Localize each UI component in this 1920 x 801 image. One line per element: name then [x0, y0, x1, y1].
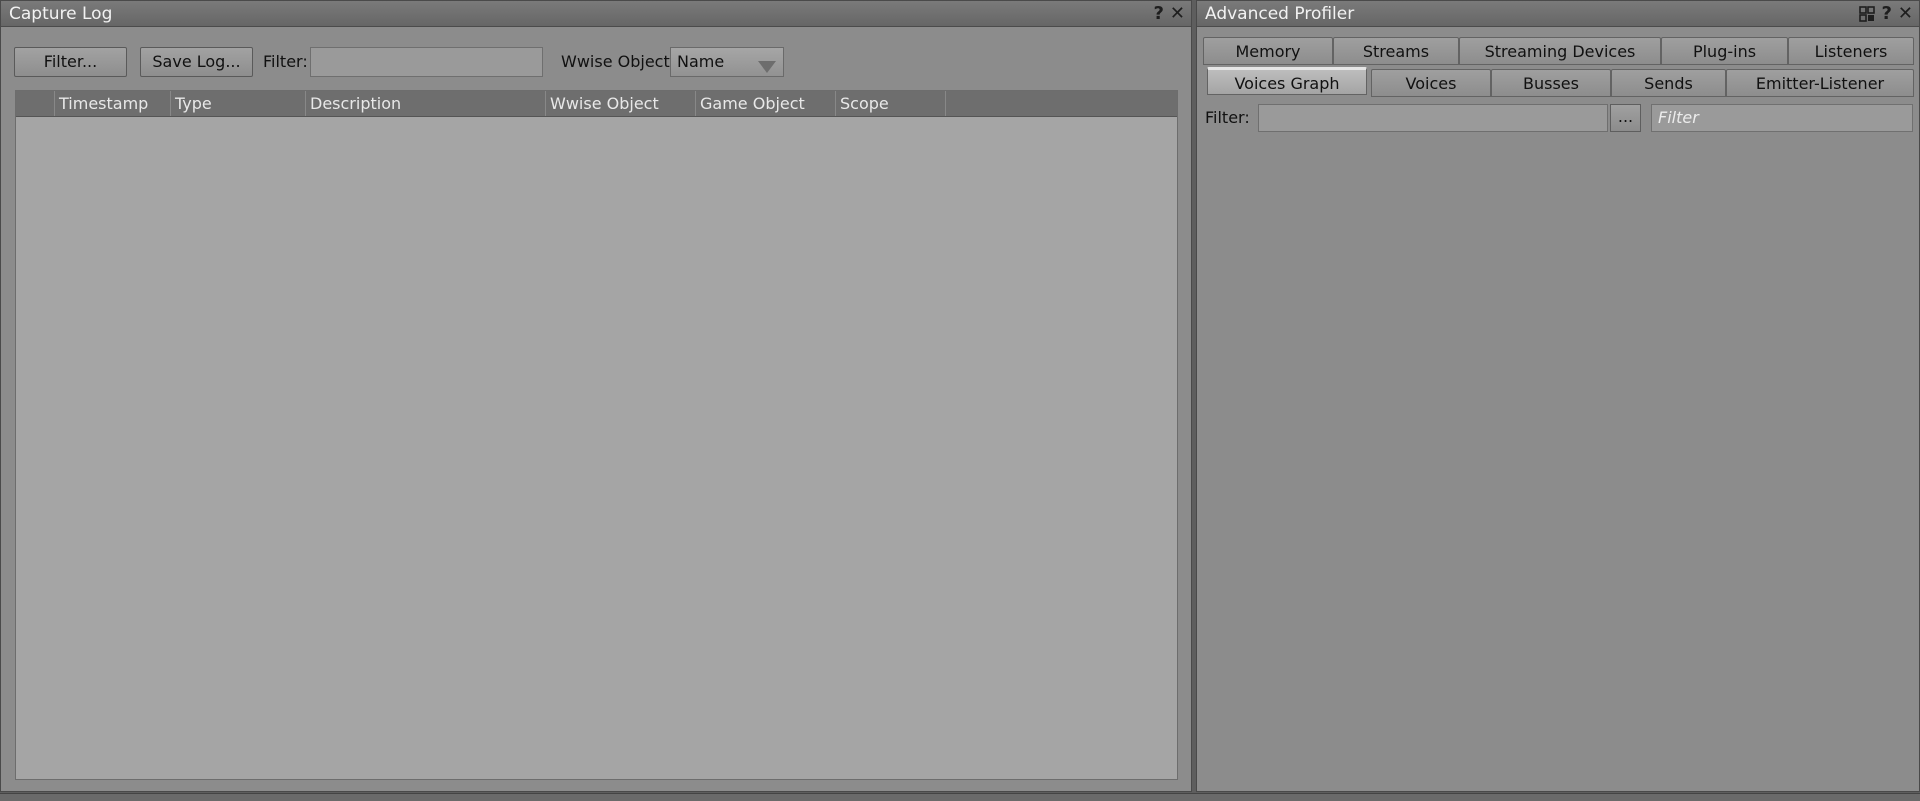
filter-input[interactable]	[311, 48, 542, 76]
wwise-object-selected: Name	[677, 52, 725, 71]
chevron-down-icon	[757, 55, 777, 83]
tab-busses[interactable]: Busses	[1491, 69, 1611, 97]
column-header-filler	[946, 91, 1179, 116]
tab-streaming-devices[interactable]: Streaming Devices	[1459, 37, 1661, 65]
filter-input-wrap	[310, 47, 543, 77]
tab-emitter-listener[interactable]: Emitter-Listener	[1726, 69, 1914, 97]
search-input[interactable]: Filter	[1651, 104, 1913, 132]
help-icon[interactable]: ?	[1153, 1, 1163, 27]
wwise-object-select[interactable]: Name	[670, 47, 784, 77]
profiler-filter-input[interactable]	[1259, 105, 1607, 131]
filter-button[interactable]: Filter...	[14, 47, 127, 77]
tab-memory[interactable]: Memory	[1203, 37, 1333, 65]
close-icon[interactable]: ✕	[1170, 1, 1185, 27]
advanced-profiler-titlebar: Advanced Profiler ? ✕	[1197, 1, 1919, 27]
column-header-timestamp[interactable]: Timestamp	[55, 91, 171, 116]
capture-log-table: Timestamp Type Description Wwise Object …	[15, 90, 1178, 780]
grid-icon[interactable]	[1859, 6, 1876, 22]
capture-log-titlebar: Capture Log ? ✕	[1, 1, 1191, 27]
profiler-filter-label: Filter:	[1205, 108, 1250, 127]
tab-streams[interactable]: Streams	[1333, 37, 1459, 65]
filter-label: Filter:	[263, 52, 308, 71]
browse-button[interactable]: ...	[1610, 104, 1641, 132]
column-header-scope[interactable]: Scope	[836, 91, 946, 116]
column-header-game-object[interactable]: Game Object	[696, 91, 836, 116]
save-log-button[interactable]: Save Log...	[140, 47, 253, 77]
column-header-type[interactable]: Type	[171, 91, 306, 116]
column-header-select[interactable]	[16, 91, 55, 116]
capture-log-title: Capture Log	[9, 4, 113, 24]
column-header-wwise-object[interactable]: Wwise Object	[546, 91, 696, 116]
wwise-object-label: Wwise Object:	[561, 52, 676, 71]
tab-listeners[interactable]: Listeners	[1788, 37, 1914, 65]
table-header: Timestamp Type Description Wwise Object …	[16, 91, 1177, 117]
help-icon[interactable]: ?	[1881, 1, 1891, 27]
close-icon[interactable]: ✕	[1898, 1, 1913, 27]
capture-log-panel: Capture Log ? ✕ Filter... Save Log... Fi…	[0, 0, 1192, 792]
column-header-description[interactable]: Description	[306, 91, 546, 116]
tab-plug-ins[interactable]: Plug-ins	[1661, 37, 1788, 65]
tab-sends[interactable]: Sends	[1611, 69, 1726, 97]
profiler-filter-input-wrap	[1258, 104, 1608, 132]
advanced-profiler-panel: Advanced Profiler ? ✕ Memory Streams Str…	[1196, 0, 1920, 792]
advanced-profiler-title: Advanced Profiler	[1205, 4, 1355, 24]
tab-voices[interactable]: Voices	[1371, 69, 1491, 97]
tab-voices-graph[interactable]: Voices Graph	[1207, 67, 1367, 95]
